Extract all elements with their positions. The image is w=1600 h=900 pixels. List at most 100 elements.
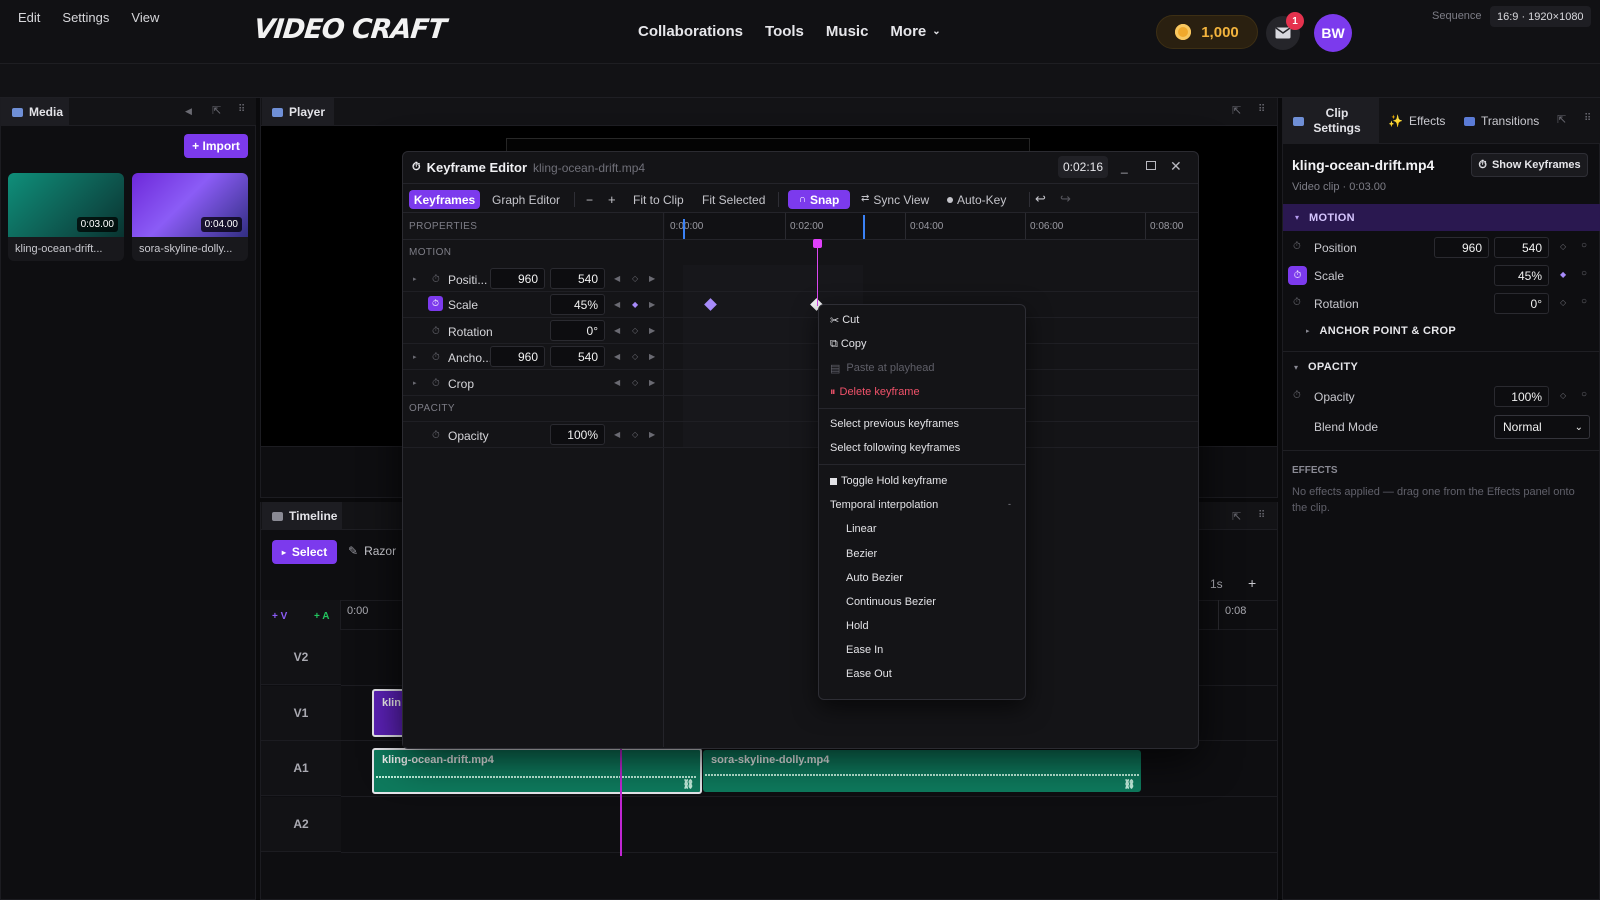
redo-icon[interactable]: ↪ [1060,191,1071,207]
drag-handle-icon[interactable]: ⠿ [1584,113,1591,124]
nav-collaborations[interactable]: Collaborations [638,23,743,40]
blend-mode-select[interactable]: Normal ⌄ [1494,415,1590,439]
tab-player[interactable]: Player [262,98,334,126]
keyframe-diamond-icon[interactable]: ◇ [1560,298,1566,307]
timeline-zoom-level[interactable]: 1s [1210,577,1223,591]
zoom-out-button[interactable]: − [586,193,593,207]
next-keyframe-icon[interactable]: ▶ [649,430,655,439]
menu-item-temporal-interpolation[interactable]: Temporal interpolation [830,499,938,511]
razor-tool-button[interactable]: ✎ Razor [348,544,396,558]
next-keyframe-icon[interactable]: ▶ [649,352,655,361]
close-icon[interactable]: ✕ [1170,158,1182,175]
timeline-playhead[interactable] [620,748,622,856]
sequence-selector[interactable]: 16:9 · 1920×1080 [1490,6,1591,27]
interp-auto-bezier[interactable]: Auto Bezier [846,572,903,584]
menu-item-copy[interactable]: ⧉ Copy [830,338,867,351]
next-keyframe-icon[interactable]: ▶ [649,326,655,335]
audio-clip[interactable]: sora-skyline-dolly.mp4 ⛓ [703,750,1141,792]
popout-icon[interactable]: ⇱ [1557,113,1566,126]
popout-icon[interactable]: ⇱ [1232,510,1241,523]
expand-icon[interactable]: ▸ [413,353,417,361]
menu-view[interactable]: View [131,10,159,25]
reset-icon[interactable]: ○ [1581,240,1587,251]
stopwatch-icon[interactable]: ⏱ [1293,241,1301,252]
anchor-x-input[interactable]: 960 [490,346,545,367]
scale-input[interactable]: 45% [1494,265,1549,286]
position-y-input[interactable]: 540 [1494,237,1549,258]
menu-settings[interactable]: Settings [62,10,109,25]
prev-keyframe-icon[interactable]: ◀ [614,378,620,387]
stopwatch-icon[interactable]: ⏱ [432,430,440,441]
auto-key-toggle[interactable]: Auto-Key [947,193,1006,207]
kfe-title[interactable]: ⏱ Keyframe Editor kling-ocean-drift.mp4 [412,160,645,175]
interp-ease-in[interactable]: Ease In [846,644,883,656]
nav-tools[interactable]: Tools [765,23,804,40]
keyframe-diamond-icon[interactable]: ◇ [1560,242,1566,251]
prev-keyframe-icon[interactable]: ◀ [614,430,620,439]
user-avatar[interactable]: BW [1314,14,1352,52]
graph-editor-tab[interactable]: Graph Editor [492,193,560,207]
stopwatch-icon[interactable]: ⏱ [432,326,440,337]
prev-keyframe-icon[interactable]: ◀ [614,352,620,361]
zoom-in-icon[interactable]: + [1248,575,1256,591]
drag-handle-icon[interactable]: ⠿ [1258,510,1265,521]
menu-edit[interactable]: Edit [18,10,40,25]
menu-item-delete[interactable]: ⏸ Delete keyframe [830,386,920,399]
keyframe-toggle-icon[interactable]: ◇ [632,326,638,335]
add-audio-track-button[interactable]: + A [314,611,329,622]
maximize-icon[interactable] [1146,161,1156,170]
show-keyframes-button[interactable]: ⏱ Show Keyframes [1471,153,1588,177]
tab-media[interactable]: Media [1,98,69,126]
position-x-input[interactable]: 960 [490,268,545,289]
import-button[interactable]: + Import [184,134,248,158]
keyframe-toggle-icon[interactable]: ◇ [632,378,638,387]
menu-item-toggle-hold[interactable]: Toggle Hold keyframe [830,475,947,487]
kfe-current-time[interactable]: 0:02:16 [1058,156,1108,178]
select-tool-button[interactable]: ▸ Select [272,540,337,564]
fit-to-clip-button[interactable]: Fit to Clip [633,193,684,207]
keyframe-toggle-icon[interactable]: ◇ [632,274,638,283]
opacity-input[interactable]: 100% [1494,386,1549,407]
stopwatch-icon[interactable]: ⏱ [1293,297,1301,308]
nav-more[interactable]: More ⌄ [890,23,940,40]
keyframes-tab[interactable]: Keyframes [409,190,480,209]
zoom-in-button[interactable]: + [608,192,616,207]
popout-icon[interactable]: ⇱ [1232,104,1241,117]
position-x-input[interactable]: 960 [1434,237,1489,258]
position-y-input[interactable]: 540 [550,268,605,289]
rotation-input[interactable]: 0° [550,320,605,341]
motion-section-header[interactable]: ▾ MOTION [1283,204,1600,231]
stopwatch-icon[interactable]: ⏱ [1293,390,1301,401]
snap-toggle[interactable]: ∩ Snap [788,190,850,209]
next-keyframe-icon[interactable]: ▶ [649,274,655,283]
sync-view-toggle[interactable]: ⇄ Sync View [861,193,929,207]
drag-handle-icon[interactable]: ⠿ [238,104,245,115]
expand-icon[interactable]: ▸ [413,275,417,283]
app-logo[interactable]: VIDEO CRAFT [252,14,447,45]
track-header-a1[interactable]: A1 [261,741,341,796]
interp-continuous-bezier[interactable]: Continuous Bezier [846,596,936,608]
keyframe-diamond-icon[interactable]: ◇ [1560,391,1566,400]
stopwatch-active-icon[interactable]: ⏱ [428,296,443,311]
expand-icon[interactable]: ▸ [413,379,417,387]
menu-item-select-previous[interactable]: Select previous keyframes [830,418,959,430]
interp-linear[interactable]: Linear [846,523,877,535]
media-clip[interactable]: 0:03.00 kling-ocean-drift... [8,173,124,261]
opacity-section-header[interactable]: ▾ OPACITY [1294,361,1358,373]
undo-icon[interactable]: ↩ [1035,191,1046,207]
kfe-playhead[interactable] [817,246,818,306]
add-video-track-button[interactable]: + V [272,611,287,622]
drag-handle-icon[interactable]: ⠿ [1258,104,1265,115]
stopwatch-icon[interactable]: ⏱ [432,274,440,285]
opacity-input[interactable]: 100% [550,424,605,445]
prev-keyframe-icon[interactable]: ◀ [614,326,620,335]
interp-ease-out[interactable]: Ease Out [846,668,892,680]
prev-keyframe-icon[interactable]: ◀ [614,274,620,283]
anchor-y-input[interactable]: 540 [550,346,605,367]
menu-item-select-following[interactable]: Select following keyframes [830,442,960,454]
minimize-icon[interactable]: _ [1121,160,1128,174]
reset-icon[interactable]: ○ [1581,389,1587,400]
keyframe-toggle-icon[interactable]: ◇ [632,430,638,439]
keyframe-toggle-icon[interactable]: ◆ [632,300,638,309]
reset-icon[interactable]: ○ [1581,296,1587,307]
